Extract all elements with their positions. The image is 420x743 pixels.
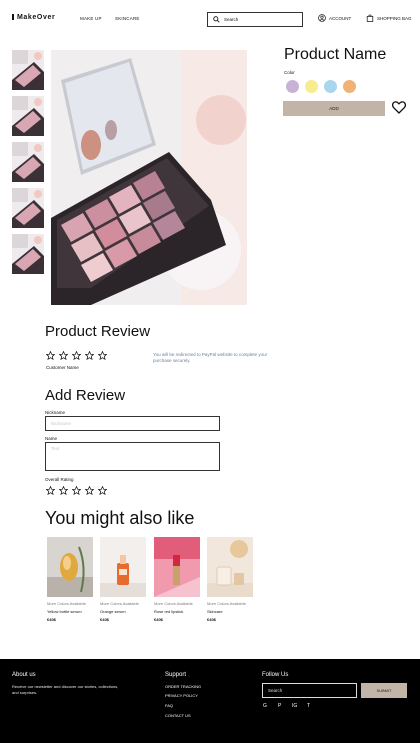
customer-name: Customer Name bbox=[46, 365, 79, 370]
thumbnail-5[interactable] bbox=[12, 234, 44, 274]
color-swatch-yellow[interactable] bbox=[305, 80, 318, 93]
card-price: €40$ bbox=[207, 617, 216, 622]
recommend-heading: You might also like bbox=[45, 508, 195, 528]
card-more-colors: More Colors Available bbox=[154, 601, 193, 606]
color-swatch-blue[interactable] bbox=[324, 80, 337, 93]
about-text: Receive our newsletter and discover our … bbox=[12, 684, 119, 695]
add-to-bag-button[interactable]: ADD bbox=[283, 101, 385, 116]
nav-skincare[interactable]: SKINCARE bbox=[115, 16, 140, 21]
star-icon bbox=[85, 351, 94, 360]
card-more-colors: More Colors Available bbox=[207, 601, 246, 606]
about-heading: About us bbox=[12, 672, 36, 678]
star-icon bbox=[46, 351, 55, 360]
card-more-colors: More Colors Available bbox=[100, 601, 139, 606]
star-icon[interactable] bbox=[59, 486, 68, 495]
card-price: €40$ bbox=[100, 617, 109, 622]
nickname-input[interactable] bbox=[45, 416, 220, 431]
paypal-note: You will be redirected to PayPal website… bbox=[153, 352, 268, 364]
thumbnail-2[interactable] bbox=[12, 96, 44, 136]
star-icon bbox=[59, 351, 68, 360]
product-card[interactable]: More Colors Available Rose red lipstick … bbox=[154, 537, 200, 622]
product-card[interactable]: More Colors Available Yellow bottle seru… bbox=[47, 537, 93, 622]
shopping-bag-icon bbox=[366, 14, 374, 22]
header-search-input[interactable]: Search bbox=[207, 12, 303, 27]
twitter-icon[interactable]: T bbox=[307, 703, 310, 709]
card-price: €40$ bbox=[47, 617, 56, 622]
main-product-image bbox=[51, 50, 247, 305]
thumbnail-4[interactable] bbox=[12, 188, 44, 228]
name-input[interactable] bbox=[45, 442, 220, 471]
product-card[interactable]: More Colors Available Orange serum €40$ bbox=[100, 537, 146, 622]
thumbnail-1[interactable] bbox=[12, 50, 44, 90]
instagram-icon[interactable]: IG bbox=[292, 703, 297, 709]
account-label: ACCOUNT bbox=[329, 15, 352, 21]
support-heading: Support bbox=[165, 672, 187, 678]
follow-heading: Follow Us bbox=[262, 672, 289, 678]
heart-icon[interactable] bbox=[392, 101, 406, 114]
google-icon[interactable]: G bbox=[263, 703, 267, 709]
star-icon[interactable] bbox=[72, 486, 81, 495]
link-order-tracking[interactable]: ORDER TRACKING bbox=[165, 684, 201, 689]
customer-rating-stars bbox=[46, 351, 107, 360]
card-price: €40$ bbox=[154, 617, 163, 622]
add-review-heading: Add Review bbox=[45, 387, 126, 404]
brand-name: MakeOver bbox=[17, 14, 56, 21]
product-image bbox=[47, 537, 93, 597]
user-icon bbox=[318, 14, 326, 22]
product-image bbox=[154, 537, 200, 597]
product-card[interactable]: More Colors Available Skincare €40$ bbox=[207, 537, 253, 622]
card-name: Skincare bbox=[207, 609, 223, 614]
product-name: Product Name bbox=[284, 46, 387, 63]
color-swatch-lavender[interactable] bbox=[286, 80, 299, 93]
card-name: Yellow bottle serum bbox=[47, 609, 82, 614]
submit-button[interactable]: SUBMIT bbox=[361, 683, 407, 698]
card-name: Rose red lipstick bbox=[154, 609, 184, 614]
thumbnail-3[interactable] bbox=[12, 142, 44, 182]
search-label: Search bbox=[224, 17, 239, 22]
link-faq[interactable]: FAQ bbox=[165, 703, 173, 708]
color-label: Color bbox=[284, 70, 295, 75]
brand-logo[interactable]: MakeOver bbox=[12, 14, 55, 21]
star-icon bbox=[98, 351, 107, 360]
review-heading: Product Review bbox=[45, 323, 151, 340]
shopping-bag-link[interactable]: SHOPPING BAG bbox=[366, 14, 412, 22]
product-image bbox=[100, 537, 146, 597]
newsletter-search-input[interactable] bbox=[262, 683, 357, 698]
overall-rating-input[interactable] bbox=[46, 486, 107, 495]
site-header: MakeOver MAKE UP SKINCARE Search ACCOUNT… bbox=[0, 0, 420, 40]
star-icon[interactable] bbox=[98, 486, 107, 495]
link-contact-us[interactable]: CONTACT US bbox=[165, 713, 191, 718]
color-swatch-orange[interactable] bbox=[343, 80, 356, 93]
card-name: Orange serum bbox=[100, 609, 126, 614]
star-icon[interactable] bbox=[85, 486, 94, 495]
bag-label: SHOPPING BAG bbox=[377, 15, 412, 21]
star-icon bbox=[72, 351, 81, 360]
star-icon[interactable] bbox=[46, 486, 55, 495]
overall-rating-label: Overall Rating bbox=[45, 477, 74, 482]
name-label: Name bbox=[45, 436, 58, 441]
logo-mark-icon bbox=[12, 14, 14, 20]
link-privacy-policy[interactable]: PRIVACY POLICY bbox=[165, 693, 198, 698]
nav-makeup[interactable]: MAKE UP bbox=[80, 16, 102, 21]
product-image bbox=[207, 537, 253, 597]
nickname-label: Nickname bbox=[45, 410, 66, 415]
search-icon bbox=[213, 16, 220, 23]
pinterest-icon[interactable]: P bbox=[278, 703, 281, 709]
card-more-colors: More Colors Available bbox=[47, 601, 86, 606]
account-link[interactable]: ACCOUNT bbox=[318, 14, 351, 22]
site-footer: About us Receive our newsletter and disc… bbox=[0, 659, 420, 743]
